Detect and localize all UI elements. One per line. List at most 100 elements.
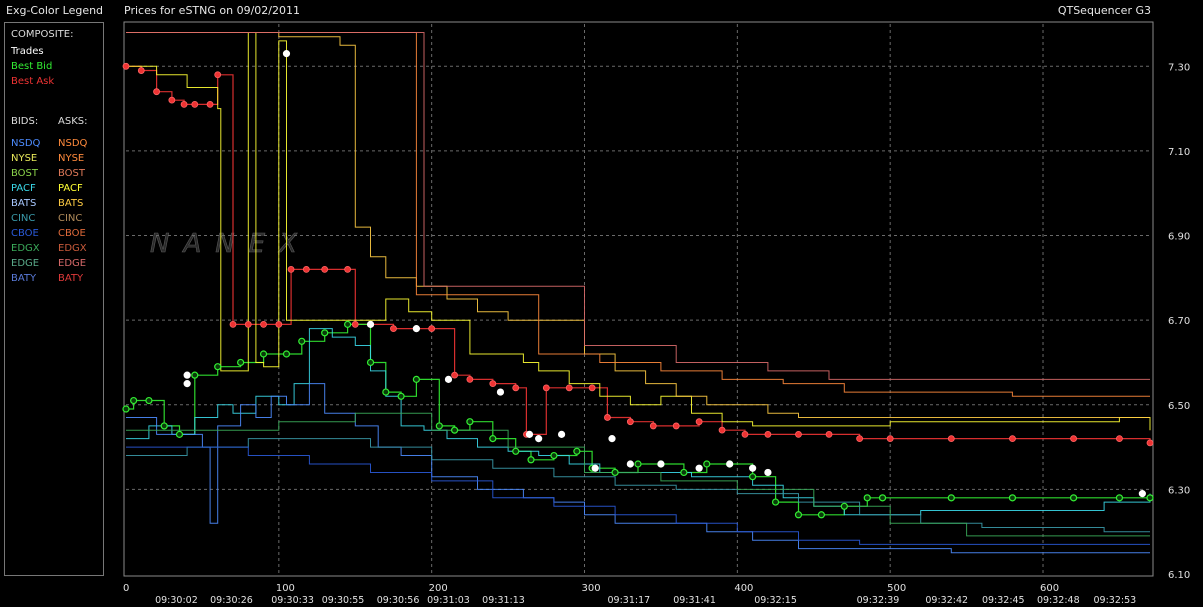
bid-marker	[512, 447, 520, 455]
bid-marker	[863, 494, 871, 502]
ask-marker	[825, 430, 833, 438]
trade-marker	[1138, 490, 1146, 498]
bid-marker	[435, 422, 443, 430]
trade-marker	[496, 388, 505, 396]
trade-marker	[525, 430, 534, 438]
bid-marker	[321, 329, 329, 337]
ask-marker	[153, 88, 160, 96]
y-tick-label: 6.10	[1168, 570, 1190, 581]
ask-marker	[275, 320, 283, 328]
bid-marker	[237, 358, 245, 367]
trade-marker	[657, 460, 665, 468]
y-tick-label: 7.10	[1168, 147, 1190, 158]
ask-marker	[137, 67, 145, 74]
price-chart: NANEX 6.106.306.506.706.907.107.300 100 20…	[122, 21, 1190, 606]
bid-marker	[817, 511, 826, 519]
ask-marker	[886, 435, 894, 443]
time-label: 09:30:26	[210, 595, 253, 606]
ask-marker	[451, 371, 458, 379]
trade-marker	[764, 468, 772, 477]
trade-marker	[749, 464, 757, 472]
bid-marker	[1008, 494, 1017, 502]
ask-marker	[168, 96, 176, 104]
bid-marker	[573, 447, 581, 455]
ask-marker	[542, 384, 550, 392]
trade-marker	[366, 320, 375, 328]
ask-marker	[1009, 435, 1016, 443]
ask-marker	[565, 384, 573, 392]
trade-marker	[591, 464, 599, 472]
ask-marker	[1116, 435, 1123, 443]
ask-marker	[206, 100, 214, 108]
time-label: 09:31:17	[607, 595, 650, 606]
ask-marker	[390, 325, 397, 333]
ask-marker	[180, 100, 188, 108]
trade-marker	[626, 460, 634, 468]
bid-marker	[703, 460, 711, 468]
bid-marker	[214, 363, 222, 371]
ask-marker	[244, 320, 252, 328]
bid-marker	[450, 426, 459, 434]
time-label: 09:30:02	[155, 595, 198, 606]
ask-marker	[428, 325, 436, 333]
x-tick-label: 200	[429, 583, 448, 594]
ask-marker	[672, 422, 680, 430]
time-label: 09:32:39	[857, 595, 900, 606]
bid-marker	[489, 435, 497, 443]
ask-marker	[512, 384, 520, 392]
y-tick-label: 6.70	[1168, 316, 1190, 327]
x-tick-label: 0	[123, 583, 129, 594]
bid-marker	[282, 350, 291, 358]
bid-marker	[344, 320, 352, 328]
trade-marker	[444, 375, 453, 383]
time-label: 09:30:56	[377, 595, 420, 606]
y-tick-label: 6.30	[1168, 485, 1190, 496]
trade-marker	[608, 435, 616, 443]
bid-marker	[771, 498, 780, 506]
bid-marker	[397, 392, 405, 400]
ask-marker	[695, 418, 703, 426]
bid-marker	[749, 473, 757, 481]
ask-marker	[260, 320, 267, 328]
bid-marker	[634, 460, 642, 468]
ask-marker	[947, 435, 955, 443]
time-label: 09:31:03	[427, 595, 470, 606]
trade-marker	[412, 325, 420, 333]
ask-marker	[626, 418, 634, 426]
trade-marker	[282, 50, 291, 58]
ask-marker	[122, 62, 130, 70]
bid-marker	[366, 358, 375, 367]
bid-marker	[1069, 494, 1078, 502]
time-label: 09:32:42	[925, 595, 968, 606]
bid-marker	[947, 494, 955, 502]
y-tick-label: 7.30	[1168, 62, 1190, 73]
ask-marker	[718, 426, 726, 434]
time-label: 09:30:55	[322, 595, 365, 606]
ask-marker	[321, 265, 329, 273]
x-tick-label: 500	[887, 583, 906, 594]
bid-marker	[191, 371, 199, 379]
bid-marker	[1146, 494, 1154, 502]
x-tick-label: 400	[734, 583, 753, 594]
ask-marker	[604, 414, 611, 421]
ask-marker	[351, 320, 359, 328]
trade-marker	[535, 435, 543, 443]
ask-marker	[489, 380, 497, 388]
bid-marker	[160, 422, 168, 430]
bid-marker	[466, 418, 474, 426]
ask-marker	[229, 320, 237, 328]
ask-marker	[795, 430, 802, 438]
bid-marker	[382, 388, 390, 396]
ask-marker	[344, 265, 352, 273]
bid-marker	[840, 502, 848, 510]
bid-marker	[298, 337, 306, 345]
ask-marker	[649, 422, 657, 430]
y-tick-label: 6.50	[1168, 401, 1190, 412]
bid-marker	[611, 468, 619, 477]
ask-marker	[191, 100, 199, 108]
bid-marker	[794, 511, 803, 519]
ask-marker	[764, 430, 772, 438]
trade-marker	[726, 460, 734, 468]
bid-marker	[878, 494, 887, 502]
time-label: 09:32:48	[1037, 595, 1080, 606]
